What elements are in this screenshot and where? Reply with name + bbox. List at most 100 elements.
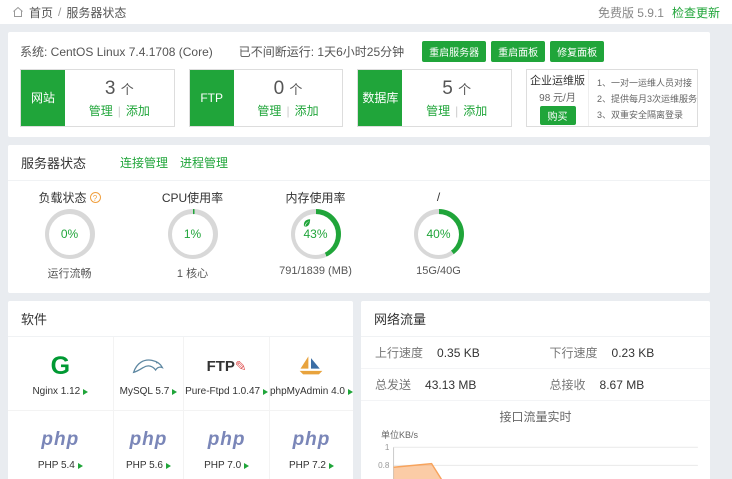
mysql-icon — [132, 350, 164, 382]
home-icon[interactable] — [12, 6, 24, 18]
link-divider: | — [118, 104, 121, 118]
software-item-php72[interactable]: php PHP 7.2 — [270, 411, 353, 479]
restart-server-button[interactable]: 重启服务器 — [422, 41, 486, 62]
running-status-icon — [83, 389, 88, 395]
link-divider: | — [455, 104, 458, 118]
gauge-memory-title: 内存使用率 — [285, 189, 345, 206]
server-status-panel: 服务器状态 连接管理 进程管理 负载状态 ? 0% 运行流畅 — [8, 145, 710, 293]
svg-text:1: 1 — [385, 442, 390, 452]
repair-panel-button[interactable]: 修复面板 — [550, 41, 604, 62]
ftp-manage-link[interactable]: 管理 — [257, 104, 281, 118]
database-count: 5 个 — [442, 78, 471, 100]
software-item-nginx[interactable]: G Nginx 1.12 — [8, 337, 114, 411]
stat-cards-row: 网站 3 个 管理 | 添加 FTP 0 个 管理 | 添加 — [20, 69, 698, 127]
php-icon: php — [41, 424, 79, 456]
system-info-row: 系统: CentOS Linux 7.4.1708 (Core) 已不间断运行:… — [20, 40, 698, 62]
downstream-speed: 下行速度0.23 KB — [536, 337, 711, 369]
breadcrumb-separator: / — [58, 5, 61, 19]
running-status-icon — [263, 389, 268, 395]
running-status-icon — [244, 463, 249, 469]
software-title: 软件 — [21, 309, 47, 328]
ftp-flag: FTP — [190, 70, 234, 126]
stat-card-database: 数据库 5 个 管理 | 添加 — [357, 69, 512, 127]
software-item-php70[interactable]: php PHP 7.0 — [184, 411, 270, 479]
gauge-load: 负载状态 ? 0% 运行流畅 — [8, 189, 131, 281]
software-grid: G Nginx 1.12 MySQL 5.7 FTP✎ Pure-Ftpd 1.… — [8, 337, 353, 479]
software-item-php54[interactable]: php PHP 5.4 — [8, 411, 114, 479]
gauges-row: 负载状态 ? 0% 运行流畅 CPU使用率 1% 1 核心 — [8, 181, 710, 293]
tab-process-manage[interactable]: 进程管理 — [180, 154, 228, 171]
running-status-icon — [166, 463, 171, 469]
load-help-icon[interactable]: ? — [90, 192, 101, 203]
running-status-icon — [329, 463, 334, 469]
php-icon: php — [130, 424, 168, 456]
breadcrumb-current: 服务器状态 — [66, 4, 126, 21]
system-uptime-label: 已不间断运行: 1天6小时25分钟 — [239, 43, 404, 60]
traffic-chart: 00.20.40.60.8117:32:1117:32:1617:32:2017… — [367, 441, 704, 479]
php-icon: php — [293, 424, 331, 456]
breadcrumb: 首页 / 服务器状态 — [12, 4, 126, 21]
network-traffic-title: 网络流量 — [374, 309, 426, 328]
traffic-chart-area: 接口流量实时 单位KB/s 00.20.40.60.8117:32:1117:3… — [361, 401, 710, 479]
database-flag: 数据库 — [358, 70, 402, 126]
website-count: 3 个 — [105, 78, 134, 100]
enterprise-feature: 3、双重安全隔离登录 — [597, 108, 697, 121]
gauge-memory: 内存使用率 43% 791/1839 (MB) — [254, 189, 377, 281]
enterprise-feature: 2、提供每月3次运维服务 — [597, 92, 697, 105]
running-status-icon — [172, 389, 177, 395]
software-item-pureftpd[interactable]: FTP✎ Pure-Ftpd 1.0.47 — [184, 337, 270, 411]
network-stats: 上行速度0.35 KB 下行速度0.23 KB 总发送43.13 MB 总接收8… — [361, 337, 710, 401]
main-content: 系统: CentOS Linux 7.4.1708 (Core) 已不间断运行:… — [0, 24, 732, 479]
enterprise-price: 98 元/月 — [539, 89, 576, 104]
database-add-link[interactable]: 添加 — [463, 104, 487, 118]
ftp-add-link[interactable]: 添加 — [295, 104, 319, 118]
total-received: 总接收8.67 MB — [536, 369, 711, 401]
nginx-icon: G — [51, 350, 70, 382]
gauge-cpu-title: CPU使用率 — [162, 189, 223, 206]
total-sent: 总发送43.13 MB — [361, 369, 536, 401]
upstream-speed: 上行速度0.35 KB — [361, 337, 536, 369]
gauge-cpu: CPU使用率 1% 1 核心 — [131, 189, 254, 281]
cpu-percent: 1% — [184, 227, 201, 241]
breadcrumb-home-link[interactable]: 首页 — [29, 4, 53, 21]
top-bar: 首页 / 服务器状态 免费版 5.9.1 检查更新 — [0, 0, 732, 24]
memory-usage-text: 791/1839 (MB) — [279, 265, 352, 277]
stat-card-ftp: FTP 0 个 管理 | 添加 — [189, 69, 344, 127]
load-percent: 0% — [61, 227, 78, 241]
php-icon: php — [208, 424, 246, 456]
bt-panel-dashboard: 首页 / 服务器状态 免费版 5.9.1 检查更新 系统: CentOS Lin… — [0, 0, 732, 479]
enterprise-feature: 1、一对一运维人员对接 — [597, 76, 697, 89]
enterprise-title: 企业运维版 — [530, 72, 585, 88]
enterprise-buy-button[interactable]: 购买 — [540, 106, 576, 125]
network-traffic-panel: 网络流量 上行速度0.35 KB 下行速度0.23 KB 总发送43.13 MB… — [361, 301, 710, 479]
gauge-disk-title: / — [437, 190, 440, 204]
check-update-link[interactable]: 检查更新 — [672, 4, 720, 21]
overview-panel: 系统: CentOS Linux 7.4.1708 (Core) 已不间断运行:… — [8, 32, 710, 137]
release-memory-leaf-icon[interactable] — [302, 218, 312, 228]
load-status-text: 运行流畅 — [48, 265, 92, 281]
server-status-title: 服务器状态 — [21, 153, 86, 172]
memory-percent: 43% — [303, 227, 327, 241]
website-flag: 网站 — [21, 70, 65, 126]
database-manage-link[interactable]: 管理 — [426, 104, 450, 118]
enterprise-upsell-card: 企业运维版 98 元/月 购买 1、一对一运维人员对接 2、提供每月3次运维服务… — [526, 69, 698, 127]
tab-connection-manage[interactable]: 连接管理 — [120, 154, 168, 171]
topbar-right: 免费版 5.9.1 检查更新 — [598, 4, 720, 21]
software-item-php56[interactable]: php PHP 5.6 — [114, 411, 185, 479]
website-add-link[interactable]: 添加 — [126, 104, 150, 118]
gauge-load-title: 负载状态 — [38, 189, 86, 206]
enterprise-feature-list: 1、一对一运维人员对接 2、提供每月3次运维服务 3、双重安全隔离登录 — [589, 70, 697, 126]
software-item-phpmyadmin[interactable]: phpMyAdmin 4.0 — [270, 337, 353, 411]
link-divider: | — [286, 104, 289, 118]
system-action-buttons: 重启服务器 重启面板 修复面板 — [422, 41, 604, 62]
disk-percent: 40% — [426, 227, 450, 241]
svg-text:0.8: 0.8 — [378, 460, 390, 470]
website-manage-link[interactable]: 管理 — [89, 104, 113, 118]
version-label: 免费版 5.9.1 — [598, 4, 664, 21]
software-item-mysql[interactable]: MySQL 5.7 — [114, 337, 185, 411]
software-panel: 软件 G Nginx 1.12 MySQL 5.7 FTP✎ — [8, 301, 353, 479]
ftp-count: 0 个 — [274, 78, 303, 100]
gauge-disk-root: / 40% 15G/40G — [377, 189, 500, 281]
system-os-label: 系统: CentOS Linux 7.4.1708 (Core) — [20, 43, 213, 60]
restart-panel-button[interactable]: 重启面板 — [491, 41, 545, 62]
